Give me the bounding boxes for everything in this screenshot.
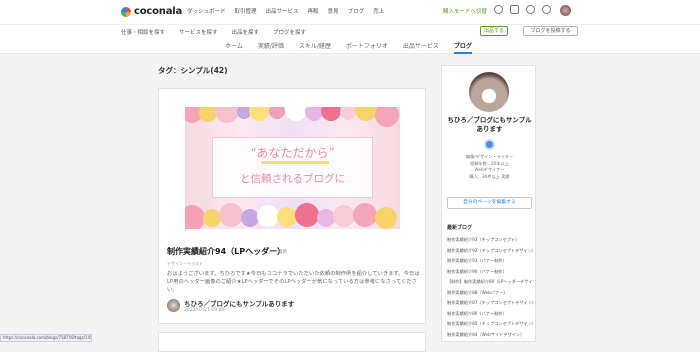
post-title[interactable]: 制作実績紹介94（LPヘッダー） [167, 246, 285, 257]
flower-decoration-bottom [185, 201, 400, 229]
tab-skills[interactable]: スキル/経歴 [299, 41, 331, 54]
subnav-find-blogs[interactable]: ブログを探す [273, 28, 306, 36]
subnav-find-work[interactable]: 仕事・相談を探す [121, 28, 165, 36]
profile-name[interactable]: ちひろ／ブログにもサンプルあります [447, 116, 532, 134]
new-badge: 最新 [278, 250, 287, 255]
help-icon[interactable] [542, 5, 551, 14]
meta-line: 購入：30件以上 実績 [469, 173, 510, 179]
top-header: coconala ダッシュボード 取引管理 出品サービス 再販 意見 ブログ 売… [0, 0, 700, 24]
recent-blog-link[interactable]: 制作実績紹介84（Webサイトデザイン） [447, 330, 534, 341]
nav-blog[interactable]: ブログ [348, 7, 365, 15]
flower-decoration-top [185, 107, 400, 135]
thumbnail-quote: “あなただから” [250, 146, 335, 160]
coconala-logo[interactable]: coconala [121, 6, 182, 17]
top-nav: ダッシュボード 取引管理 出品サービス 再販 意見 ブログ 売上 [187, 7, 384, 15]
profile-tabs: ホーム 実績/評価 スキル/経歴 ポートフォリオ 出品サービス ブログ [0, 38, 700, 54]
recent-blog-link[interactable]: 制作実績紹介86（バナー制作） [447, 309, 534, 320]
page-title: タグ：シンプル(42) [158, 66, 228, 75]
nav-feedback[interactable]: 意見 [328, 7, 339, 15]
nav-dashboard[interactable]: ダッシュボード [187, 7, 226, 15]
post-category[interactable]: デザイン・イラスト [167, 261, 203, 267]
bell-icon[interactable] [494, 5, 503, 14]
nav-resale[interactable]: 再販 [308, 7, 319, 15]
logo-text: coconala [134, 6, 183, 17]
recent-blog-link[interactable]: 制作実績紹介92（チップコンセプトデザイン） [447, 246, 534, 257]
thumbnail-underline [261, 161, 329, 164]
recent-blog-link[interactable]: 【制作】制作実績紹介89（LPヘッダーデザイン） [447, 277, 534, 288]
nav-sales[interactable]: 売上 [373, 7, 384, 15]
thumbnail-subtitle: と信頼されるブログに [240, 173, 345, 185]
sub-nav: 仕事・相談を探す サービスを探す 出品を探す ブログを探す [121, 28, 306, 36]
thumbnail-text-box: “あなただから” と信頼されるブログに [212, 137, 373, 198]
tab-services[interactable]: 出品サービス [403, 41, 439, 54]
status-bar-url: https://coconala.com/blogs/758759/tags/1… [0, 334, 92, 342]
author-avatar[interactable] [167, 299, 180, 312]
header-icons [494, 5, 551, 14]
sub-header: 仕事・相談を探す サービスを探す 出品を探す ブログを探す 出品する ブログを投… [0, 24, 700, 38]
post-blog-button[interactable]: ブログを投稿する [523, 26, 578, 36]
mail-icon[interactable] [510, 5, 519, 14]
profile-sidebar: ちひろ／ブログにもサンプルあります 編集/デザイン・ライター 経験年数：20年以… [441, 65, 536, 342]
post-thumbnail[interactable]: “あなただから” と信頼されるブログに [185, 107, 400, 229]
recent-blog-link[interactable]: 制作実績紹介90（バナー制作） [447, 267, 534, 278]
tab-blog[interactable]: ブログ [453, 41, 472, 54]
recent-blog-link[interactable]: 制作実績紹介93（チップコンセプト） [447, 235, 534, 246]
user-avatar[interactable] [560, 5, 571, 16]
tab-portfolio[interactable]: ポートフォリオ [346, 41, 388, 54]
profile-avatar[interactable] [469, 72, 509, 112]
recent-blog-link[interactable]: 制作実績紹介88（Webバナー） [447, 288, 534, 299]
check-icon[interactable] [526, 5, 535, 14]
tab-home[interactable]: ホーム [225, 41, 243, 54]
tab-ratings[interactable]: 実績/評価 [258, 41, 284, 54]
recent-blog-link[interactable]: 制作実績紹介87（チップコンセプトデザイン） [447, 298, 534, 309]
subnav-find-services[interactable]: サービスを探す [179, 28, 218, 36]
blog-post-card[interactable]: “あなただから” と信頼されるブログに 制作実績紹介94（LPヘッダー） 最新 … [158, 88, 426, 324]
nav-orders[interactable]: 取引管理 [235, 7, 257, 15]
rank-medal-icon [484, 139, 495, 150]
nav-services[interactable]: 出品サービス [266, 7, 299, 15]
recent-blog-link[interactable]: 制作実績紹介85（チップコンセプトデザイン） [447, 319, 534, 330]
logo-icon [121, 6, 131, 17]
edit-profile-button[interactable]: 自分のページを編集する [447, 197, 532, 209]
post-date: 2023/02/21 09:00 [184, 308, 225, 313]
buyer-mode-link[interactable]: 購入モードへ切替 [443, 7, 487, 15]
subnav-find-listings[interactable]: 出品を探す [232, 28, 260, 36]
author-name[interactable]: ちひろ／ブログにもサンプルあります [184, 298, 294, 308]
publish-button[interactable]: 出品する [480, 26, 508, 36]
post-excerpt: おはようございます。ちひろです★今日もココナラでいただいた依頼の制作例を紹介して… [167, 271, 420, 293]
recent-blogs-heading: 最新ブログ [447, 225, 473, 231]
recent-blogs-list: 制作実績紹介93（チップコンセプト） 制作実績紹介92（チップコンセプトデザイン… [447, 235, 534, 340]
next-post-card[interactable] [158, 332, 426, 352]
profile-meta: 編集/デザイン・ライター 経験年数：20年以上 Webデザイナー 購入：30件以… [447, 154, 532, 180]
recent-blog-link[interactable]: 制作実績紹介91（バナー制作） [447, 256, 534, 267]
